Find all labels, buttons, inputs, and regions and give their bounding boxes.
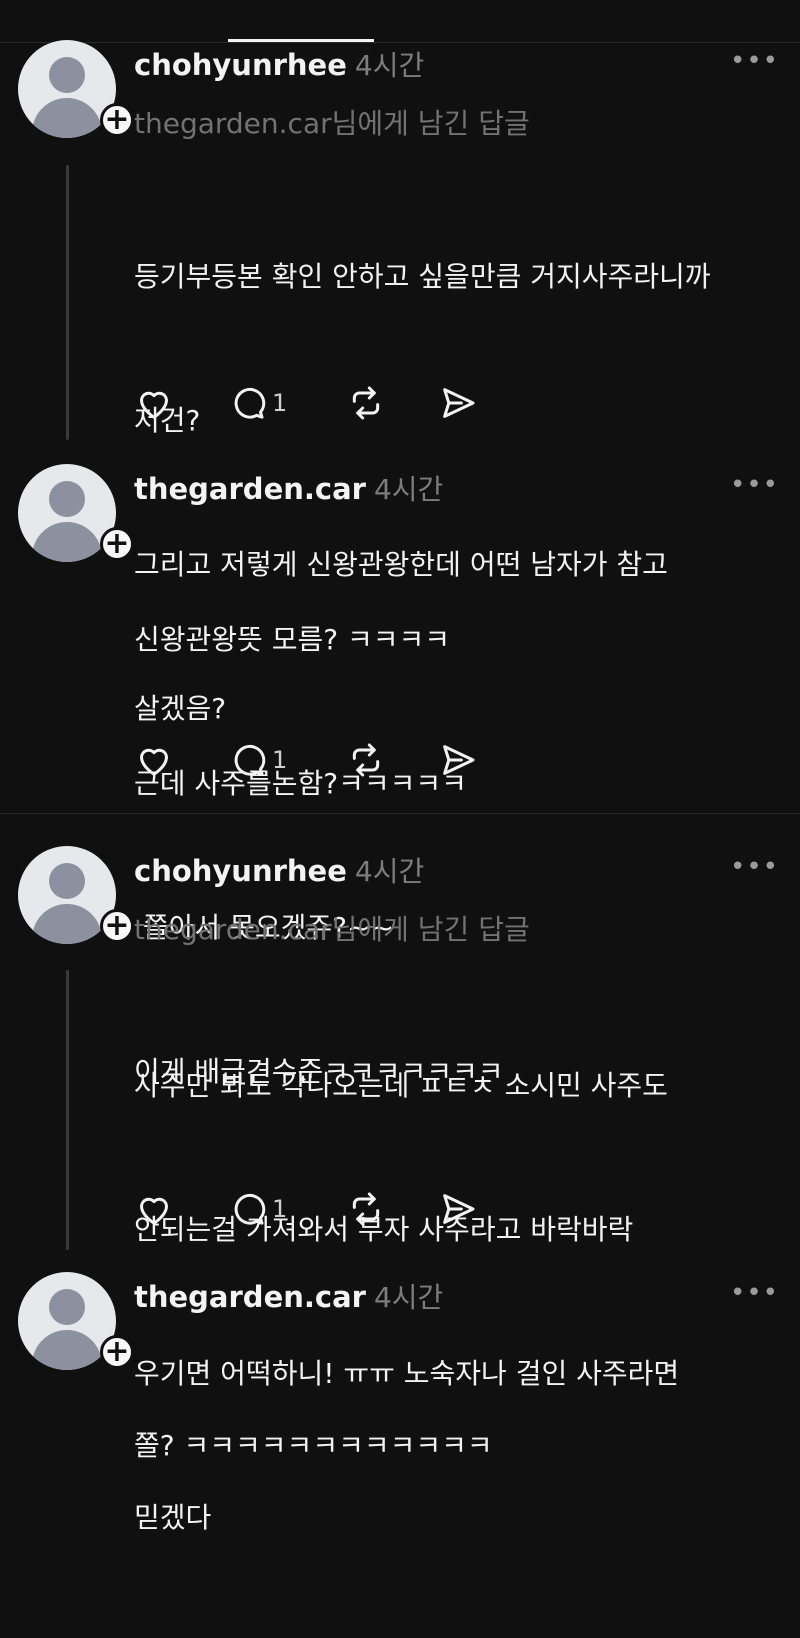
comment-button[interactable]: 1 [228,1189,287,1229]
avatar[interactable]: + [18,1272,134,1370]
avatar[interactable]: + [18,40,134,138]
reply-count: 1 [272,389,288,417]
comment-button[interactable]: 1 [228,383,287,423]
share-button[interactable] [438,740,478,780]
repost-icon [352,386,380,420]
comment-icon [234,1193,266,1225]
share-icon [443,1194,475,1224]
follow-plus-icon[interactable]: + [100,527,134,561]
reply-to-label: thegarden.car님에게 남긴 답글 [134,107,530,140]
repost-button[interactable] [346,383,386,423]
share-button[interactable] [438,383,478,423]
comment-button[interactable]: 1 [228,740,287,780]
follow-plus-icon[interactable]: + [100,909,134,943]
post-time: 4시간 [373,473,444,506]
more-options-icon[interactable]: ••• [730,852,779,882]
more-options-icon[interactable]: ••• [730,470,779,500]
top-tab-bar [0,0,800,43]
reply-count: 1 [272,1195,288,1223]
post-time: 4시간 [373,1281,444,1314]
thread-divider [0,813,800,814]
share-button[interactable] [438,1189,478,1229]
repost-button[interactable] [346,1189,386,1229]
post-time: 4시간 [354,49,425,82]
username[interactable]: thegarden.car 4시간 [134,1276,443,1316]
post-time: 4시간 [354,855,425,888]
reply-count: 1 [272,746,288,774]
username[interactable]: thegarden.car 4시간 [134,468,443,508]
thread-line [66,165,69,440]
heart-icon [140,1197,168,1225]
username[interactable]: chohyunrhee 4시간 [134,850,424,890]
follow-plus-icon[interactable]: + [100,103,134,137]
follow-plus-icon[interactable]: + [100,1335,134,1369]
repost-icon [352,743,380,777]
comment-icon [234,744,266,776]
avatar[interactable]: + [18,846,134,944]
repost-button[interactable] [346,740,386,780]
heart-icon [140,391,168,419]
like-button[interactable] [134,1189,174,1229]
post-text: 쫄? ㅋㅋㅋㅋㅋㅋㅋㅋㅋㅋㅋㅋ [134,1429,493,1462]
share-icon [443,388,475,418]
username[interactable]: chohyunrhee 4시간 [134,44,424,84]
reply-to-label: thegarden.car님에게 남긴 답글 [134,913,530,946]
more-options-icon[interactable]: ••• [730,1278,779,1308]
heart-icon [140,748,168,776]
repost-icon [352,1192,380,1226]
avatar[interactable]: + [18,464,134,562]
like-button[interactable] [134,740,174,780]
thread-line [66,970,69,1250]
active-tab-indicator [228,39,374,42]
comment-icon [234,387,266,419]
like-button[interactable] [134,383,174,423]
more-options-icon[interactable]: ••• [730,46,779,76]
share-icon [443,745,475,775]
